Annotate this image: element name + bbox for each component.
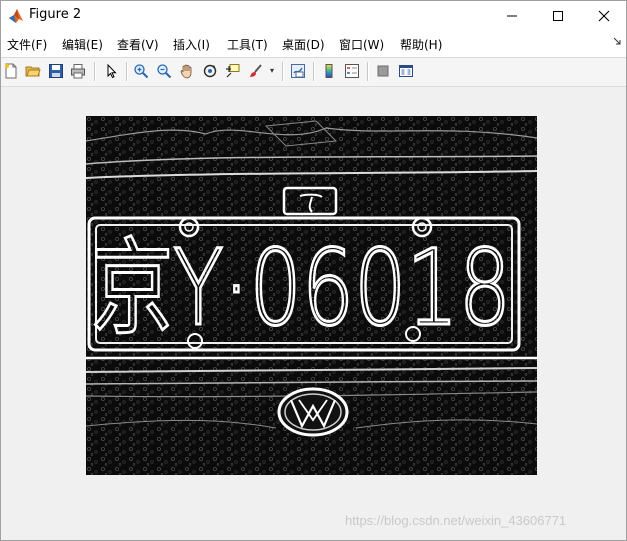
- legend-icon[interactable]: [342, 61, 362, 81]
- brush-icon[interactable]: [246, 61, 266, 81]
- menu-file[interactable]: 文件(F): [7, 36, 47, 53]
- vw-emblem: VW: [312, 415, 314, 417]
- rotate-3d-icon[interactable]: [200, 61, 220, 81]
- menu-desktop[interactable]: 桌面(D): [282, 36, 325, 53]
- save-icon[interactable]: [46, 61, 66, 81]
- toolbar-separator: [313, 62, 315, 81]
- menu-edit[interactable]: 编辑(E): [62, 36, 103, 53]
- dock-arrow-icon[interactable]: [613, 37, 621, 48]
- figure-window: Figure 2 文件(F) 编辑(E) 查看(V) 插入(I) 工具(T) 桌…: [0, 0, 627, 541]
- toolbar-separator: [282, 62, 284, 81]
- toolbar-separator: [126, 62, 128, 81]
- watermark-text: https://blog.csdn.net/weixin_43606771: [345, 513, 567, 528]
- menu-view[interactable]: 查看(V): [117, 36, 159, 53]
- minimize-button[interactable]: [489, 0, 535, 31]
- figure-toolbar: ▾: [0, 58, 627, 87]
- plate-characters: 京Y·06018: [91, 227, 511, 349]
- menu-insert[interactable]: 插入(I): [173, 36, 210, 53]
- plate-edge-image[interactable]: 京Y·06018 VW: [86, 116, 537, 475]
- menu-window[interactable]: 窗口(W): [339, 36, 384, 53]
- matlab-logo-icon: [8, 8, 24, 24]
- pan-hand-icon[interactable]: [177, 61, 197, 81]
- new-figure-icon[interactable]: [1, 61, 21, 81]
- hide-plot-tools-icon[interactable]: [373, 61, 393, 81]
- menu-tools[interactable]: 工具(T): [227, 36, 268, 53]
- link-plot-icon[interactable]: [288, 61, 308, 81]
- title-bar[interactable]: Figure 2: [0, 0, 627, 31]
- data-cursor-icon[interactable]: [223, 61, 243, 81]
- brush-dropdown-icon[interactable]: ▾: [270, 66, 274, 75]
- colorbar-icon[interactable]: [319, 61, 339, 81]
- toolbar-separator: [94, 62, 96, 81]
- maximize-button[interactable]: [535, 0, 581, 31]
- zoom-out-icon[interactable]: [154, 61, 174, 81]
- show-plot-tools-icon[interactable]: [396, 61, 416, 81]
- zoom-in-icon[interactable]: [131, 61, 151, 81]
- close-button[interactable]: [581, 0, 627, 31]
- print-icon[interactable]: [68, 61, 88, 81]
- open-file-icon[interactable]: [23, 61, 43, 81]
- toolbar-separator: [367, 62, 369, 81]
- pointer-icon[interactable]: [101, 61, 121, 81]
- menu-bar: 文件(F) 编辑(E) 查看(V) 插入(I) 工具(T) 桌面(D) 窗口(W…: [0, 31, 627, 58]
- menu-help[interactable]: 帮助(H): [400, 36, 442, 53]
- window-title: Figure 2: [29, 7, 82, 22]
